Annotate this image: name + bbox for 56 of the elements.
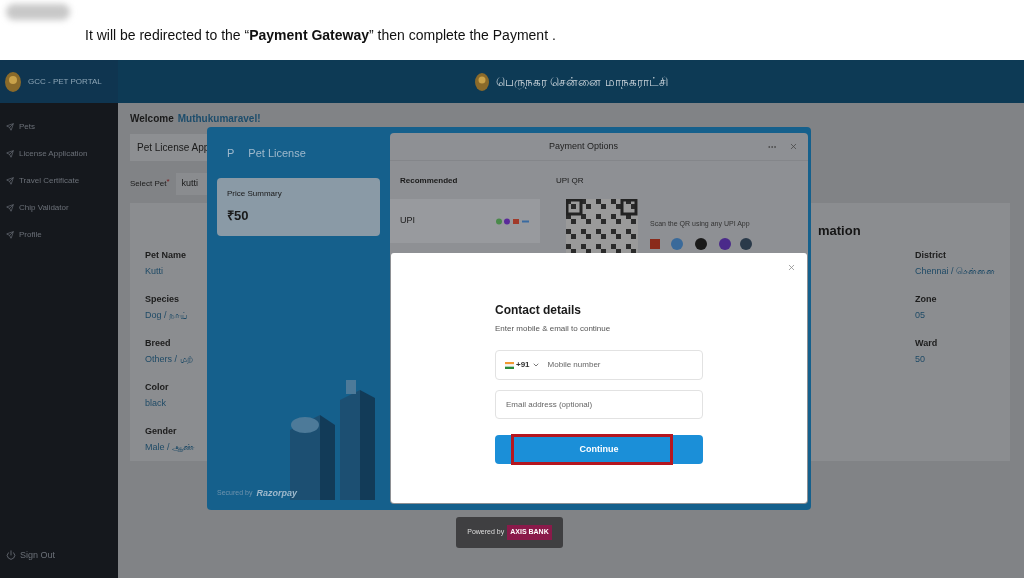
- field-value: 50: [915, 353, 926, 366]
- field-value: black: [145, 397, 167, 410]
- field-value: Male / ஆண்: [145, 441, 195, 454]
- section-heading: UPI QR: [556, 175, 585, 187]
- panel-title: Payment Options: [547, 139, 619, 153]
- field-value: Dog / நாய்: [145, 309, 189, 322]
- dialog-title: Contact details: [495, 302, 582, 319]
- blurred-mark: [6, 4, 70, 20]
- field-label: Zone: [915, 292, 938, 306]
- sidebar-item[interactable]: Pets: [6, 121, 118, 133]
- country-code[interactable]: +91: [516, 359, 530, 371]
- field-label: Species: [145, 292, 181, 306]
- field-value: Others / மற்: [145, 353, 194, 366]
- field-value: 05: [915, 309, 926, 322]
- field-label: Pet Name: [145, 248, 188, 262]
- sidebar-item[interactable]: License Application: [6, 148, 118, 160]
- mobile-field[interactable]: +91 Mobile number: [495, 350, 703, 380]
- upi-option[interactable]: UPI: [390, 199, 540, 243]
- send-icon: [6, 150, 14, 158]
- send-icon: [6, 177, 14, 185]
- required-mark: *: [166, 175, 170, 188]
- razorpay-logo: Razorpay: [256, 486, 297, 500]
- brand-initial: P: [227, 146, 235, 161]
- dialog-subtitle: Enter mobile & email to continue: [495, 323, 612, 335]
- field-label: Gender: [145, 424, 178, 438]
- email-field[interactable]: Email address (optional): [495, 390, 703, 419]
- field-value: Kutti: [145, 265, 164, 278]
- portal-brand: GCC - PET PORTAL: [28, 75, 102, 88]
- sidebar-item[interactable]: Profile: [6, 229, 118, 241]
- price-amount: ₹50: [227, 206, 250, 225]
- field-label: District: [915, 248, 947, 262]
- close-icon[interactable]: [789, 142, 798, 151]
- sidebar-item[interactable]: Travel Certificate: [6, 175, 118, 187]
- power-icon: [6, 550, 16, 561]
- upi-apps-icon: [496, 217, 530, 225]
- field-label: Breed: [145, 336, 172, 350]
- section-heading: Recommended: [399, 175, 459, 187]
- header-title: பெருநகர சென்னை மாநகராட்சி: [496, 73, 668, 91]
- chevron-down-icon: [531, 361, 540, 369]
- send-icon: [6, 123, 14, 131]
- flag-icon: [505, 361, 514, 369]
- emblem-icon: [474, 71, 491, 92]
- close-icon[interactable]: [787, 263, 796, 272]
- send-icon: [6, 231, 14, 239]
- upi-apps-icon: [650, 237, 752, 250]
- send-icon: [6, 204, 14, 212]
- field-label: Ward: [915, 336, 939, 350]
- caption-text: It will be redirected to the “Payment Gateway” then complete the Payment .: [85, 26, 556, 45]
- sign-out-link[interactable]: Sign Out: [6, 548, 118, 562]
- field-label: Color: [145, 380, 170, 394]
- card-heading: mation: [818, 221, 862, 240]
- field-value: Chennai / சென்னை: [915, 265, 995, 278]
- sidebar-item[interactable]: Chip Validator: [6, 202, 118, 214]
- welcome-label: Welcome: [130, 112, 174, 126]
- emblem-icon: [4, 70, 22, 93]
- user-name: Muthukumaravel!: [177, 112, 261, 126]
